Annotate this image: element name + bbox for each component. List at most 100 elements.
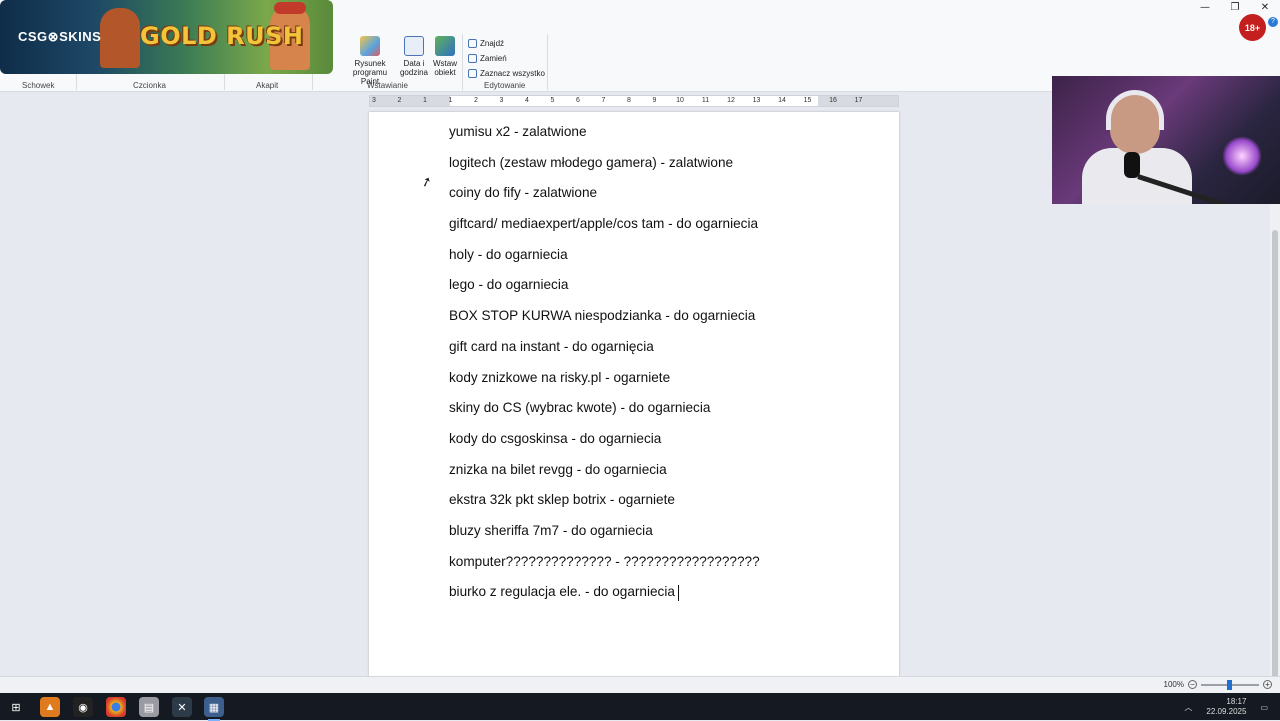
ribbon-group-labels: Schowek Czcionka Akapit Wstawianie Edyto… [0,80,560,92]
select-all-icon [468,69,477,78]
text-caret [677,584,679,601]
minimize-icon[interactable]: — [1190,0,1220,14]
paint-drawing-button[interactable]: Rysunek programu Paint [344,36,396,86]
help-icon[interactable]: ? [1268,17,1278,27]
file-explorer-icon[interactable]: ▤ [139,697,159,717]
group-label-paragraph: Akapit [256,81,279,90]
ruler-number: 2 [397,97,402,104]
insert-object-button[interactable]: Wstaw obiekt [430,36,460,77]
replace-icon [468,54,477,63]
document-line[interactable]: coiny do fify - zalatwione [449,183,869,214]
ruler-number: 3 [499,97,504,104]
document-line[interactable]: gift card na instant - do ogarnięcia [449,337,869,368]
group-label-clipboard: Schowek [22,81,55,90]
group-label-insert: Wstawianie [367,81,408,90]
ruler-number: 9 [652,97,657,104]
close-icon[interactable]: ✕ [1250,0,1280,14]
ruler-number: 12 [727,97,735,104]
scrollbar-thumb[interactable] [1272,230,1278,682]
document-line[interactable]: znizka na bilet revgg - do ogarniecia [449,460,869,491]
ruler-number: 2 [474,97,478,104]
zoom-in-icon[interactable]: + [1263,680,1272,689]
ruler-number: 4 [525,97,529,104]
clock[interactable]: 18:17 22.09.2025 [1206,697,1246,717]
document-line[interactable]: holy - do ogarniecia [449,245,869,276]
ruler-number: 17 [854,97,863,104]
app-icon[interactable]: ✕ [172,697,192,717]
document-line[interactable]: ekstra 32k pkt sklep botrix - ogarniete [449,490,869,521]
date-time-label: Data i godzina [399,59,429,77]
document-body[interactable]: yumisu x2 - zalatwione logitech (zestaw m… [449,122,869,613]
webcam-overlay [1052,76,1280,204]
obs-icon[interactable]: ◉ [73,697,93,717]
zoom-level: 100% [1163,680,1184,689]
insert-object-icon [435,36,455,56]
document-line[interactable]: kody znizkowe na risky.pl - ogarniete [449,368,869,399]
find-label: Znajdź [480,39,505,48]
ruler-number: 7 [601,97,606,104]
zoom-out-icon[interactable]: − [1188,680,1197,689]
notifications-icon[interactable]: ▭ [1260,703,1268,712]
group-label-font: Czcionka [133,81,166,90]
game-title: GOLD RUSH [140,22,304,50]
headphones-image [1106,90,1164,130]
editing-group: Znajdź Zamień Zaznacz wszystko [468,36,545,81]
ruler-number: 11 [701,97,710,104]
sponsor-banner: CSG⊗SKINS GOLD RUSH [0,0,333,74]
insert-object-label: Wstaw obiekt [433,59,457,77]
calendar-icon [404,36,424,56]
streaming-app-icon[interactable]: ▲ [40,697,60,717]
document-line[interactable]: lego - do ogarniecia [449,275,869,306]
group-label-editing: Edytowanie [484,81,526,90]
horizontal-ruler[interactable]: 3 2 1 1 2 3 4 5 6 7 8 9 10 11 12 13 14 15 16 17 [369,95,899,107]
ruler-number: 1 [423,97,427,104]
replace-button[interactable]: Zamień [468,51,545,66]
ruler-number: 3 [372,97,376,104]
window-controls: — ❐ ✕ [1190,0,1280,14]
clock-date: 22.09.2025 [1206,707,1247,716]
ruler-number: 10 [676,97,684,104]
document-page[interactable]: yumisu x2 - zalatwione logitech (zestaw m… [369,112,899,676]
miner-character-image [100,8,140,68]
restore-icon[interactable]: ❐ [1220,0,1250,14]
document-line[interactable]: giftcard/ mediaexpert/apple/cos tam - do… [449,214,869,245]
chevron-up-icon[interactable]: ︿ [1184,702,1192,713]
ruler-number: 1 [448,97,453,104]
wordpad-icon[interactable]: ▦ [204,697,224,721]
ruler-number: 13 [752,97,761,104]
document-line[interactable]: bluzy sheriffa 7m7 - do ogarniecia [449,521,869,552]
chrome-icon[interactable] [106,697,126,717]
system-tray: ︿ 18:17 22.09.2025 ▭ [1184,696,1268,718]
document-line[interactable]: biurko z regulacja ele. - do ogarniecia [449,582,869,613]
zoom-slider-knob[interactable] [1227,679,1232,690]
neon-light-image [1222,136,1262,176]
zoom-control: 100% − + [1163,679,1272,690]
document-line[interactable]: logitech (zestaw młodego gamera) - zalat… [449,153,869,184]
document-line[interactable]: komputer?????????????? - ???????????????… [449,552,869,583]
document-line[interactable]: BOX STOP KURWA niespodzianka - do ogarni… [449,306,869,337]
zoom-slider[interactable] [1201,679,1259,690]
document-line[interactable]: kody do csgoskinsa - do ogarniecia [449,429,869,460]
select-all-label: Zaznacz wszystko [480,69,545,78]
brand-logo: CSG⊗SKINS [18,29,102,44]
find-button[interactable]: Znajdź [468,36,545,51]
ruler-number: 15 [803,97,812,104]
age-rating-badge: 18+ [1239,14,1266,41]
binoculars-icon [468,39,477,48]
ruler-numbers: 3 2 1 1 2 3 4 5 6 7 8 9 10 11 12 13 14 15 16 17 [370,96,898,106]
document-line[interactable]: yumisu x2 - zalatwione [449,122,869,153]
ruler-number: 14 [778,97,786,104]
document-line[interactable]: skiny do CS (wybrac kwote) - do ogarniec… [449,398,869,429]
date-time-button[interactable]: Data i godzina [398,36,430,77]
windows-start-icon[interactable]: ⊞ [6,697,26,717]
ruler-number: 16 [829,97,837,104]
replace-label: Zamień [480,54,507,63]
clock-time: 18:17 [1226,697,1247,706]
select-all-button[interactable]: Zaznacz wszystko [468,66,545,81]
paint-icon [360,36,380,56]
status-bar: 100% − + [0,676,1280,693]
ruler-number: 6 [576,97,580,104]
ruler-number: 5 [550,97,555,104]
taskbar: ⊞ ▲ ◉ ▤ ✕ ▦ ︿ 18:17 22.09.2025 ▭ [0,693,1280,721]
red-hat-image [274,2,306,14]
